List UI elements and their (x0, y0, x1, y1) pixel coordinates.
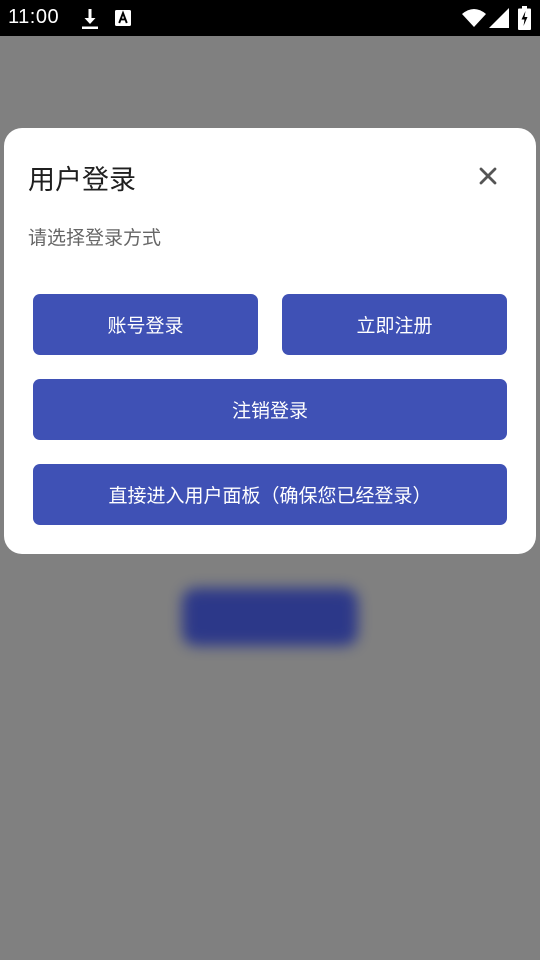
register-button[interactable]: 立即注册 (282, 294, 507, 355)
font-icon (115, 10, 131, 26)
login-dialog: 用户登录 请选择登录方式 账号登录 立即注册 注销登录 直接进入用户面板（确保您… (4, 128, 536, 554)
wifi-icon (462, 9, 486, 27)
signal-icon (489, 8, 509, 28)
status-time: 11:00 (8, 6, 60, 28)
close-icon (479, 167, 497, 185)
battery-charging-icon (518, 6, 531, 30)
user-panel-button[interactable]: 直接进入用户面板（确保您已经登录） (33, 464, 507, 525)
dialog-subtitle: 请选择登录方式 (28, 227, 162, 249)
dialog-title: 用户登录 (28, 165, 136, 196)
download-icon (82, 9, 98, 29)
logout-button[interactable]: 注销登录 (33, 379, 507, 440)
account-login-button[interactable]: 账号登录 (33, 294, 258, 355)
status-bar: 11:00 (0, 0, 540, 36)
background-button-blurred (182, 588, 358, 646)
close-button[interactable] (470, 158, 506, 194)
